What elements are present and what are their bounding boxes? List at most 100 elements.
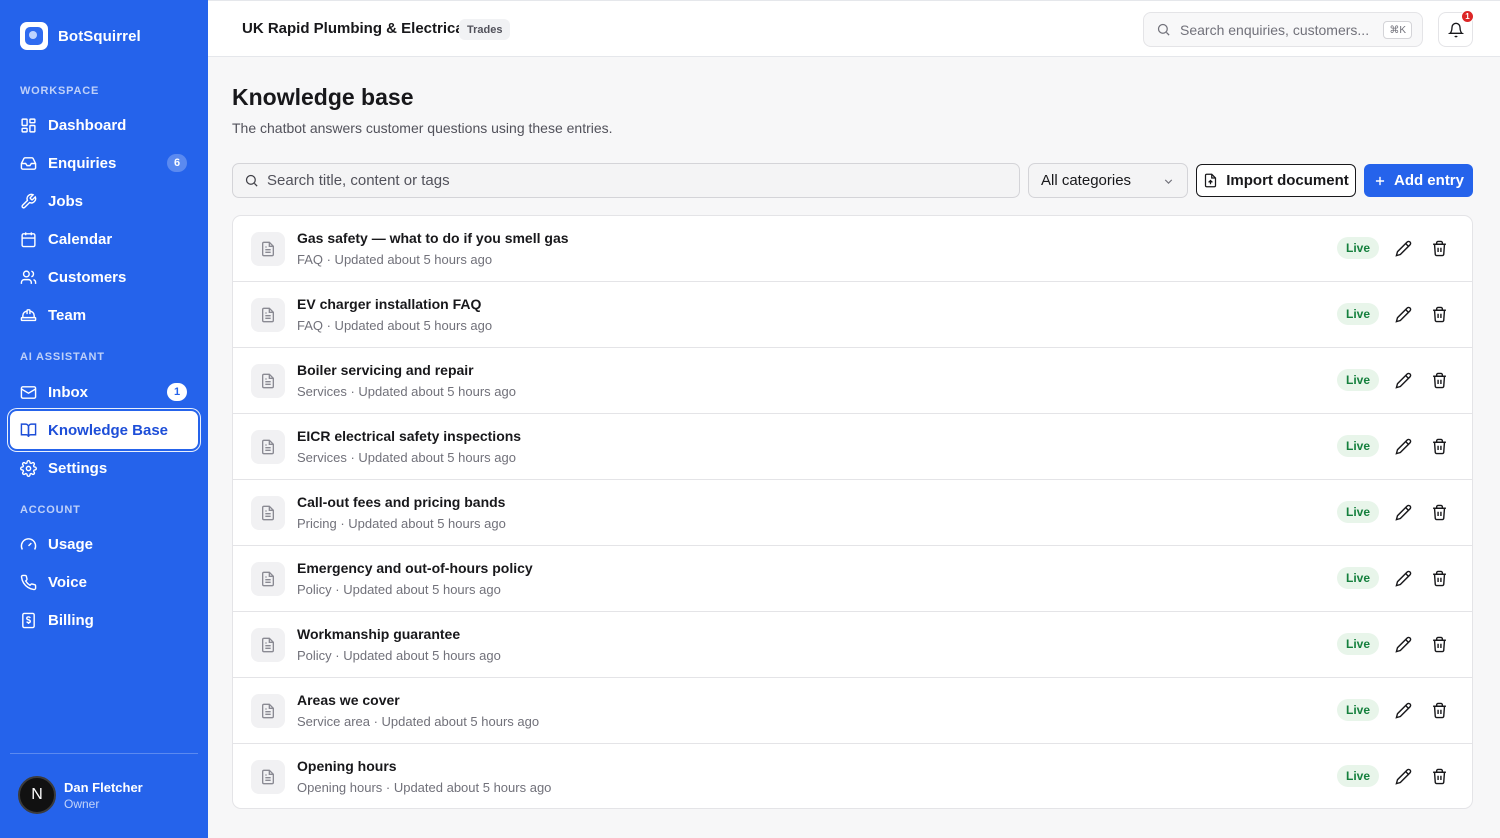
sidebar-item-jobs[interactable]: Jobs [10, 182, 198, 220]
delete-entry-button[interactable] [1429, 568, 1449, 588]
entry-title[interactable]: Gas safety — what to do if you smell gas [297, 230, 569, 246]
add-entry-button[interactable]: Add entry [1364, 164, 1473, 197]
entry-meta: FAQ · Updated about 5 hours ago [297, 318, 493, 333]
sidebar-item-usage[interactable]: Usage [10, 525, 198, 563]
entry-meta: Opening hours · Updated about 5 hours ag… [297, 780, 552, 795]
entry-row[interactable]: Gas safety — what to do if you smell gas… [233, 216, 1472, 282]
entry-row[interactable]: Workmanship guarantee Policy · Updated ab… [233, 612, 1472, 678]
edit-entry-button[interactable] [1393, 568, 1413, 588]
sidebar: BotSquirrel Workspace Dashboard Enquirie… [0, 0, 208, 838]
import-document-button[interactable]: Import document [1196, 164, 1356, 197]
delete-entry-button[interactable] [1429, 502, 1449, 522]
entry-title[interactable]: Areas we cover [297, 692, 400, 708]
entry-title[interactable]: Call-out fees and pricing bands [297, 494, 505, 510]
sidebar-item-calendar[interactable]: Calendar [10, 220, 198, 258]
entry-row[interactable]: EV charger installation FAQ FAQ · Updated… [233, 282, 1472, 348]
pencil-icon [1394, 438, 1411, 455]
edit-entry-button[interactable] [1393, 502, 1413, 522]
edit-entry-button[interactable] [1393, 436, 1413, 456]
sidebar-item-label: Calendar [48, 230, 113, 248]
status-badge: Live [1337, 369, 1380, 391]
pencil-icon [1394, 768, 1411, 785]
edit-entry-button[interactable] [1393, 700, 1413, 720]
sidebar-item-team[interactable]: Team [10, 296, 198, 334]
sidebar-item-billing[interactable]: Billing [10, 601, 198, 639]
delete-entry-button[interactable] [1429, 634, 1449, 654]
user-role: Owner [64, 796, 100, 811]
page-subtitle: The chatbot answers customer questions u… [232, 120, 613, 136]
sidebar-item-customers[interactable]: Customers [10, 258, 198, 296]
edit-entry-button[interactable] [1393, 766, 1413, 786]
entry-row[interactable]: Areas we cover Service area · Updated abo… [233, 678, 1472, 744]
entry-row[interactable]: EICR electrical safety inspections Servic… [233, 414, 1472, 480]
sidebar-item-inbox[interactable]: Inbox 1 [10, 373, 198, 411]
notifications-button[interactable]: 1 [1438, 10, 1474, 47]
global-search-input[interactable]: Search enquiries, customers... ⌘K [1143, 12, 1423, 47]
edit-entry-button[interactable] [1393, 370, 1413, 390]
entry-title[interactable]: EICR electrical safety inspections [297, 428, 521, 444]
status-badge: Live [1337, 765, 1380, 787]
receipt-icon [22, 612, 35, 628]
brand[interactable]: BotSquirrel [20, 22, 141, 50]
document-icon-tile [251, 694, 285, 728]
add-entry-label: Add entry [1393, 172, 1464, 189]
import-document-label: Import document [1226, 172, 1349, 189]
calendar-icon [21, 231, 36, 247]
trash-icon [1432, 438, 1446, 454]
search-icon [245, 174, 258, 187]
entry-title[interactable]: Workmanship guarantee [297, 626, 460, 642]
document-icon [262, 769, 274, 785]
sidebar-item-settings[interactable]: Settings [10, 449, 198, 487]
delete-entry-button[interactable] [1429, 700, 1449, 720]
hard-hat-icon [20, 308, 37, 321]
user-profile[interactable]: N Dan Fletcher Owner [18, 776, 143, 814]
global-search-placeholder: Search enquiries, customers... [1180, 21, 1370, 38]
edit-entry-button[interactable] [1393, 238, 1413, 258]
entry-title[interactable]: Opening hours [297, 758, 397, 774]
sidebar-item-voice[interactable]: Voice [10, 563, 198, 601]
delete-entry-button[interactable] [1429, 766, 1449, 786]
pencil-icon [1394, 306, 1411, 323]
sidebar-item-knowledge-base[interactable]: Knowledge Base [10, 411, 198, 449]
pencil-icon [1394, 240, 1411, 257]
delete-entry-button[interactable] [1429, 304, 1449, 324]
dashboard-icon [21, 117, 36, 133]
user-name: Dan Fletcher [64, 779, 143, 795]
bell-icon [1447, 22, 1464, 37]
entry-row[interactable]: Call-out fees and pricing bands Pricing ·… [233, 480, 1472, 546]
entry-row[interactable]: Opening hours Opening hours · Updated abo… [233, 744, 1472, 808]
entry-meta: Policy · Updated about 5 hours ago [297, 648, 501, 663]
entry-meta: Policy · Updated about 5 hours ago [297, 582, 501, 597]
book-icon [20, 422, 37, 437]
entry-row[interactable]: Boiler servicing and repair Services · Up… [233, 348, 1472, 414]
sidebar-item-label: Voice [48, 573, 87, 591]
entry-meta: Services · Updated about 5 hours ago [297, 384, 516, 399]
status-badge: Live [1337, 699, 1380, 721]
entry-title[interactable]: Emergency and out-of-hours policy [297, 560, 533, 576]
entry-title[interactable]: Boiler servicing and repair [297, 362, 474, 378]
entry-title[interactable]: EV charger installation FAQ [297, 296, 481, 312]
pencil-icon [1394, 504, 1411, 521]
document-icon [262, 637, 274, 653]
status-badge: Live [1337, 237, 1380, 259]
delete-entry-button[interactable] [1429, 436, 1449, 456]
section-label-account: Account [20, 504, 81, 516]
sidebar-item-enquiries[interactable]: Enquiries 6 [10, 144, 198, 182]
entry-meta: Pricing · Updated about 5 hours ago [297, 516, 506, 531]
edit-entry-button[interactable] [1393, 634, 1413, 654]
plus-icon [1375, 176, 1385, 185]
delete-entry-button[interactable] [1429, 370, 1449, 390]
edit-entry-button[interactable] [1393, 304, 1413, 324]
delete-entry-button[interactable] [1429, 238, 1449, 258]
notification-badge: 1 [1461, 10, 1474, 23]
sidebar-item-dashboard[interactable]: Dashboard [10, 106, 198, 144]
document-icon-tile [251, 562, 285, 596]
entry-meta: FAQ · Updated about 5 hours ago [297, 252, 493, 267]
trash-icon [1432, 570, 1446, 586]
document-icon-tile [251, 430, 285, 464]
status-badge: Live [1337, 435, 1380, 457]
knowledge-search-input[interactable] [267, 172, 1007, 189]
category-select[interactable]: All categories [1028, 163, 1188, 198]
entry-row[interactable]: Emergency and out-of-hours policy Policy … [233, 546, 1472, 612]
sidebar-item-label: Jobs [48, 192, 84, 210]
